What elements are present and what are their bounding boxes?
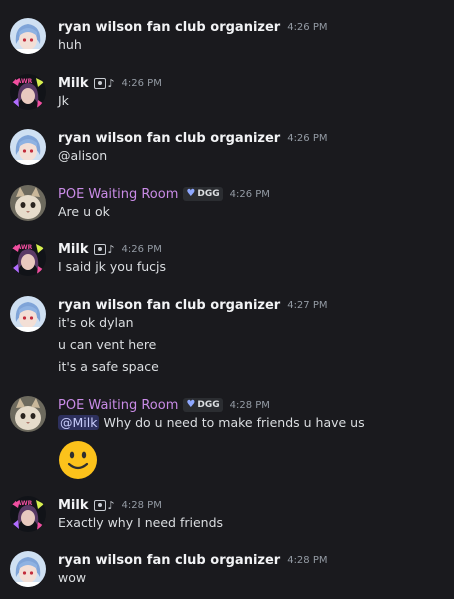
username[interactable]: ryan wilson fan club organizer	[58, 298, 280, 313]
message-text: @Milk Why do u need to make friends u ha…	[58, 415, 365, 430]
timestamp: 4:26 PM	[229, 188, 270, 200]
avatar-milk[interactable]: RAWR	[10, 240, 46, 276]
username[interactable]: ryan wilson fan club organizer	[58, 131, 280, 146]
heart-icon: ♥	[186, 399, 196, 410]
heart-icon: ♥	[186, 188, 196, 199]
timestamp: 4:28 PM	[121, 499, 162, 511]
message-text: I said jk you fucjs	[58, 259, 167, 274]
message-text: Jk	[58, 93, 69, 108]
avatar-ryan[interactable]	[10, 18, 46, 54]
svg-text:RAWR: RAWR	[12, 78, 33, 85]
username[interactable]: POE Waiting Room	[58, 398, 178, 413]
message-text: @alison	[58, 148, 108, 163]
message-text: wow	[58, 570, 87, 585]
message-text: huh	[58, 37, 82, 52]
message-text: Exactly why I need friends	[58, 515, 224, 530]
camera-badge-icon	[93, 77, 106, 89]
chat-message-list: ryan wilson fan club organizer 4:26 PM h…	[0, 0, 454, 599]
slightly-smiling-face-icon	[58, 440, 98, 484]
timestamp: 4:26 PM	[287, 21, 328, 33]
message-text: Are u ok	[58, 204, 110, 219]
svg-text:RAWR: RAWR	[12, 500, 33, 507]
music-note-icon: ♪	[107, 498, 115, 512]
user-mention[interactable]: @Milk	[58, 415, 100, 430]
username[interactable]: ryan wilson fan club organizer	[58, 553, 280, 568]
timestamp: 4:27 PM	[287, 299, 328, 311]
server-tag-label: DGG	[197, 189, 220, 199]
camera-badge-icon	[93, 243, 106, 255]
message-text: u can vent here	[58, 337, 157, 352]
timestamp: 4:28 PM	[287, 554, 328, 566]
avatar-milk[interactable]: RAWR	[10, 496, 46, 532]
message-text: it's ok dylan	[58, 315, 134, 330]
username[interactable]: Milk	[58, 76, 89, 91]
avatar-milk[interactable]: RAWR	[10, 74, 46, 110]
svg-text:RAWR: RAWR	[12, 244, 33, 251]
server-tag-label: DGG	[197, 400, 220, 410]
avatar-poe[interactable]	[10, 185, 46, 221]
username[interactable]: Milk	[58, 498, 89, 513]
server-tag[interactable]: ♥ DGG	[183, 398, 223, 412]
timestamp: 4:26 PM	[121, 77, 162, 89]
timestamp: 4:26 PM	[121, 243, 162, 255]
avatar-ryan[interactable]	[10, 129, 46, 165]
avatar-ryan[interactable]	[10, 296, 46, 332]
server-tag[interactable]: ♥ DGG	[183, 187, 223, 201]
avatar-poe[interactable]	[10, 396, 46, 432]
profile-badges: ♪	[93, 242, 115, 256]
avatar-ryan[interactable]	[10, 551, 46, 587]
camera-badge-icon	[93, 499, 106, 511]
timestamp: 4:28 PM	[229, 399, 270, 411]
username[interactable]: ryan wilson fan club organizer	[58, 20, 280, 35]
profile-badges: ♪	[93, 498, 115, 512]
music-note-icon: ♪	[107, 76, 115, 90]
profile-badges: ♪	[93, 76, 115, 90]
message-text-body: Why do u need to make friends u have us	[103, 415, 365, 430]
timestamp: 4:26 PM	[287, 132, 328, 144]
username[interactable]: Milk	[58, 242, 89, 257]
music-note-icon: ♪	[107, 242, 115, 256]
message-text: it's a safe space	[58, 359, 159, 374]
username[interactable]: POE Waiting Room	[58, 187, 178, 202]
